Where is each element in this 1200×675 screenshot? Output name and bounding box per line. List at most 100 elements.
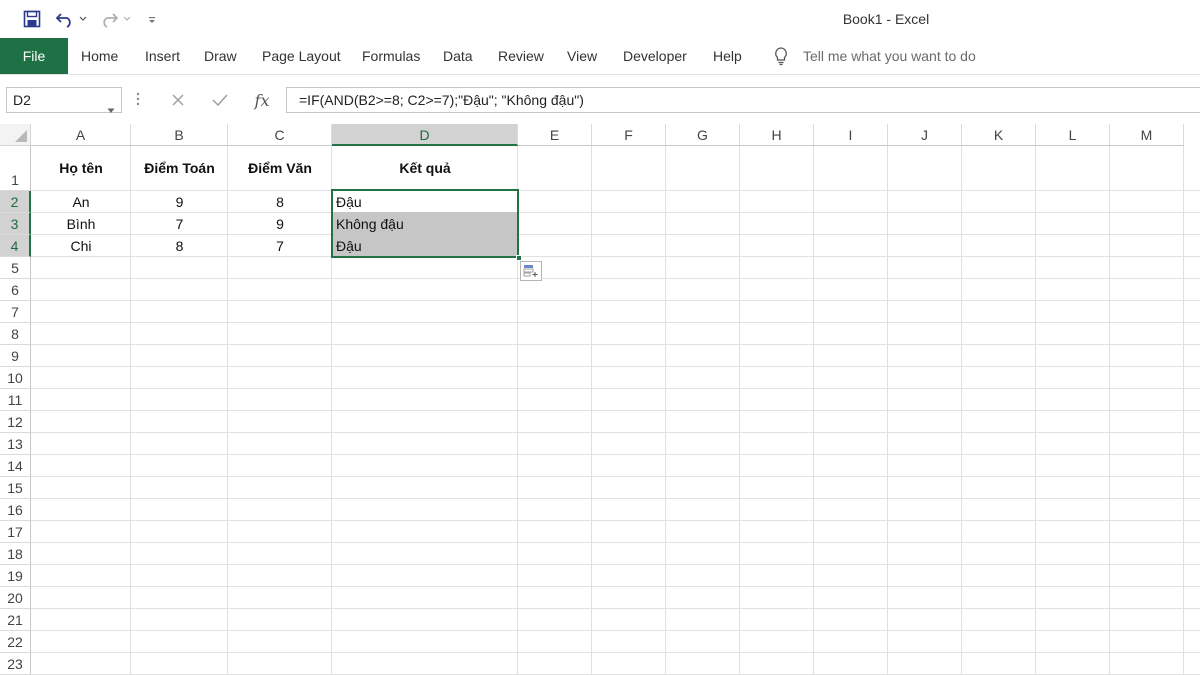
worksheet-grid[interactable]: ABCDEFGHIJKLM 1 2 3 4 5 6 7 8 9 10 11 12 13 14 15 16 17 1…: [0, 124, 1200, 675]
tab-help[interactable]: Help: [713, 38, 742, 74]
lightbulb-icon[interactable]: [772, 46, 790, 71]
quick-analysis-icon[interactable]: [520, 261, 542, 281]
cell-a2[interactable]: An: [31, 191, 131, 213]
row-header-20[interactable]: 20: [0, 587, 31, 609]
cell-a3[interactable]: Bình: [31, 213, 131, 235]
tab-file[interactable]: File: [0, 38, 68, 74]
cell-b4[interactable]: 8: [131, 235, 228, 257]
column-header-d[interactable]: D: [332, 124, 518, 146]
tab-data[interactable]: Data: [443, 38, 473, 74]
tab-home[interactable]: Home: [81, 38, 118, 74]
chevron-down-icon[interactable]: [107, 97, 115, 121]
row-header-5[interactable]: 5: [0, 257, 31, 279]
row-header-6[interactable]: 6: [0, 279, 31, 301]
gridline-horizontal: [31, 278, 1200, 279]
gridline-horizontal: [31, 454, 1200, 455]
gridline-horizontal: [31, 520, 1200, 521]
tab-insert[interactable]: Insert: [145, 38, 180, 74]
title-bar: Book1 - Excel: [0, 0, 1200, 38]
row-header-19[interactable]: 19: [0, 565, 31, 587]
gridline-horizontal: [31, 344, 1200, 345]
gridline-horizontal: [31, 366, 1200, 367]
row-header-4[interactable]: 4: [0, 235, 31, 257]
save-icon[interactable]: [22, 8, 42, 30]
column-header-f[interactable]: F: [592, 124, 666, 146]
cell-b3[interactable]: 7: [131, 213, 228, 235]
tab-view[interactable]: View: [567, 38, 597, 74]
row-header-3[interactable]: 3: [0, 213, 31, 235]
cell-a4[interactable]: Chi: [31, 235, 131, 257]
cell-c1[interactable]: Điểm Văn: [228, 146, 332, 190]
row-header-22[interactable]: 22: [0, 631, 31, 653]
undo-icon[interactable]: [54, 8, 76, 30]
insert-function-icon[interactable]: fx: [250, 88, 274, 112]
more-options-icon[interactable]: [136, 92, 140, 111]
row-header-11[interactable]: 11: [0, 389, 31, 411]
gridline-horizontal: [31, 630, 1200, 631]
gridline-horizontal: [31, 542, 1200, 543]
row-header-12[interactable]: 12: [0, 411, 31, 433]
tab-page-layout[interactable]: Page Layout: [262, 38, 341, 74]
column-header-g[interactable]: G: [666, 124, 740, 146]
gridline-horizontal: [31, 498, 1200, 499]
name-box-value: D2: [13, 92, 31, 108]
ribbon-tabs: File Home Insert Draw Page Layout Formul…: [0, 38, 1200, 75]
cell-c2[interactable]: 8: [228, 191, 332, 213]
cancel-icon[interactable]: [166, 88, 190, 112]
gridline-horizontal: [31, 586, 1200, 587]
row-header-9[interactable]: 9: [0, 345, 31, 367]
gridline-horizontal: [31, 476, 1200, 477]
tab-draw[interactable]: Draw: [204, 38, 237, 74]
tell-me-search[interactable]: Tell me what you want to do: [803, 38, 976, 74]
cell-b1[interactable]: Điểm Toán: [131, 146, 228, 190]
column-header-m[interactable]: M: [1110, 124, 1184, 146]
customize-qat-icon[interactable]: [146, 8, 158, 30]
enter-check-icon[interactable]: [208, 88, 232, 112]
row-header-7[interactable]: 7: [0, 301, 31, 323]
name-box[interactable]: D2: [6, 87, 122, 113]
row-header-18[interactable]: 18: [0, 543, 31, 565]
gridline-horizontal: [31, 322, 1200, 323]
column-header-j[interactable]: J: [888, 124, 962, 146]
select-all-corner[interactable]: [0, 124, 31, 146]
column-header-a[interactable]: A: [31, 124, 131, 146]
row-header-14[interactable]: 14: [0, 455, 31, 477]
column-header-l[interactable]: L: [1036, 124, 1110, 146]
cell-d1[interactable]: Kết quả: [332, 146, 518, 190]
column-header-b[interactable]: B: [131, 124, 228, 146]
undo-dropdown-icon[interactable]: [78, 8, 88, 30]
cell-c4[interactable]: 7: [228, 235, 332, 257]
row-header-23[interactable]: 23: [0, 653, 31, 675]
row-header-21[interactable]: 21: [0, 609, 31, 631]
tab-review[interactable]: Review: [498, 38, 544, 74]
row-header-15[interactable]: 15: [0, 477, 31, 499]
redo-dropdown-icon[interactable]: [122, 8, 132, 30]
window-title: Book1 - Excel: [842, 11, 930, 27]
column-header-c[interactable]: C: [228, 124, 332, 146]
row-header-2[interactable]: 2: [0, 191, 31, 213]
gridline-horizontal: [31, 564, 1200, 565]
row-header-16[interactable]: 16: [0, 499, 31, 521]
row-header-13[interactable]: 13: [0, 433, 31, 455]
row-header-10[interactable]: 10: [0, 367, 31, 389]
gridline-horizontal: [31, 432, 1200, 433]
column-header-i[interactable]: I: [814, 124, 888, 146]
column-header-k[interactable]: K: [962, 124, 1036, 146]
tab-formulas[interactable]: Formulas: [362, 38, 420, 74]
column-header-h[interactable]: H: [740, 124, 814, 146]
cell-a1[interactable]: Họ tên: [31, 146, 131, 190]
gridline-horizontal: [31, 652, 1200, 653]
redo-icon[interactable]: [98, 8, 120, 30]
tab-developer[interactable]: Developer: [623, 38, 687, 74]
cell-c3[interactable]: 9: [228, 213, 332, 235]
row-header-1[interactable]: 1: [0, 146, 31, 191]
gridline-horizontal: [31, 388, 1200, 389]
cell-b2[interactable]: 9: [131, 191, 228, 213]
formula-input[interactable]: =IF(AND(B2>=8; C2>=7);"Đậu"; "Không đậu"…: [286, 87, 1200, 113]
gridline-horizontal: [31, 410, 1200, 411]
row-header-17[interactable]: 17: [0, 521, 31, 543]
gridline-horizontal: [31, 300, 1200, 301]
column-header-e[interactable]: E: [518, 124, 592, 146]
gridline-horizontal: [31, 608, 1200, 609]
row-header-8[interactable]: 8: [0, 323, 31, 345]
